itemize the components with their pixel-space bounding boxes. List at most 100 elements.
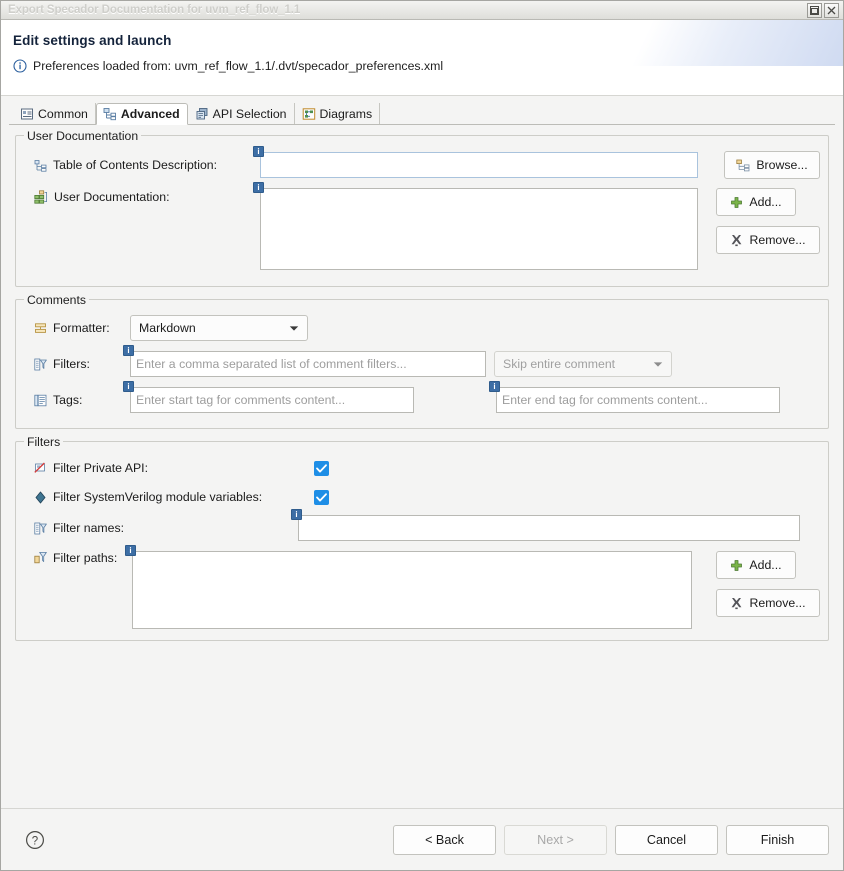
next-button: Next > [504, 824, 607, 855]
dialog-body: Common Advanced API Selection Diagrams U… [1, 96, 843, 808]
cancel-button-label: Cancel [646, 832, 687, 847]
filter-names-label-text: Filter names: [53, 521, 125, 535]
comment-filters-field-wrap: i [123, 345, 486, 377]
tab-common-label: Common [38, 106, 88, 121]
remove-x-icon [732, 234, 742, 246]
filter-paths-field-wrap: i [125, 545, 692, 629]
window-title: Export Specador Documentation for uvm_re… [8, 4, 301, 16]
info-icon [13, 59, 27, 73]
tags-start-input[interactable] [130, 387, 414, 413]
chevron-down-icon [289, 325, 299, 331]
filter-paths-info-badge[interactable]: i [125, 545, 136, 556]
browse-button[interactable]: Browse... [724, 151, 820, 179]
tags-start-info-badge[interactable]: i [123, 381, 134, 392]
finish-button[interactable]: Finish [726, 824, 829, 855]
filter-private-api-checkbox[interactable] [314, 460, 329, 476]
plus-icon [731, 559, 743, 571]
tags-start-field-wrap: i [123, 381, 414, 413]
user-documentation-group-title: User Documentation [24, 129, 142, 143]
userdoc-buttons: Add... Remove... [716, 188, 820, 254]
dialog-footer: ? < Back Next > Cancel Finish [1, 808, 843, 870]
userdoc-icon [34, 190, 47, 204]
restore-button[interactable] [807, 2, 822, 18]
chevron-down-icon [653, 361, 663, 367]
comment-filters-label-text: Filters: [53, 357, 90, 371]
filters-icon [34, 358, 47, 370]
advanced-tab-icon [103, 108, 116, 121]
userdoc-add-label: Add... [749, 195, 782, 209]
userdoc-remove-label: Remove... [749, 233, 806, 247]
toc-icon [34, 159, 47, 172]
browse-icon [736, 159, 750, 171]
toc-label-text: Table of Contents Description: [53, 158, 218, 172]
toc-field-wrap: i [253, 146, 698, 178]
api-selection-tab-icon [196, 107, 208, 119]
toc-input[interactable] [260, 152, 698, 178]
systemverilog-icon [35, 491, 46, 503]
tags-icon [34, 394, 47, 406]
next-button-label: Next > [537, 832, 574, 847]
userdoc-info-badge[interactable]: i [253, 182, 264, 193]
comments-group: Comments Formatter: Markdown Filters: i … [15, 293, 829, 429]
cancel-button[interactable]: Cancel [615, 824, 718, 855]
comment-filters-row: Filters: i Skip entire comment [24, 345, 820, 379]
help-button[interactable]: ? [25, 830, 45, 850]
filter-sv-module-vars-checkbox[interactable] [314, 489, 329, 505]
userdoc-label-text: User Documentation: [54, 190, 170, 204]
filter-paths-list[interactable] [132, 551, 692, 629]
formatter-label-text: Formatter: [53, 321, 110, 335]
tab-diagrams[interactable]: Diagrams [295, 103, 381, 124]
browse-button-label: Browse... [756, 158, 808, 172]
filter-names-icon [34, 522, 47, 534]
userdoc-add-button[interactable]: Add... [716, 188, 796, 216]
plus-icon [731, 196, 743, 208]
comment-filters-mode-combo[interactable]: Skip entire comment [494, 351, 672, 377]
tags-end-input[interactable] [496, 387, 780, 413]
preferences-message-text: Preferences loaded from: uvm_ref_flow_1.… [33, 59, 444, 73]
formatter-combo[interactable]: Markdown [130, 315, 308, 341]
comment-filters-input[interactable] [130, 351, 486, 377]
userdoc-label: User Documentation: [24, 188, 260, 204]
tags-label-text: Tags: [53, 393, 83, 407]
comment-filters-info-badge[interactable]: i [123, 345, 134, 356]
export-specador-dialog: Export Specador Documentation for uvm_re… [0, 0, 844, 871]
tab-common[interactable]: Common [13, 103, 96, 124]
check-icon [316, 492, 327, 501]
filters-group: Filters Filter Private API: Filter Syste… [15, 435, 829, 641]
private-api-icon [34, 462, 45, 473]
filter-names-field-wrap: i [291, 509, 800, 541]
toc-label: Table of Contents Description: [24, 158, 260, 172]
close-icon [827, 6, 836, 14]
filter-sv-module-vars-row: Filter SystemVerilog module variables: [24, 484, 820, 510]
tab-api-selection[interactable]: API Selection [188, 103, 295, 124]
svg-text:?: ? [32, 835, 38, 847]
filter-names-input[interactable] [298, 515, 800, 541]
back-button[interactable]: < Back [393, 824, 496, 855]
tab-api-selection-label: API Selection [212, 106, 287, 121]
filter-paths-buttons: Add... Remove... [716, 551, 820, 617]
userdoc-list[interactable] [260, 188, 698, 270]
diagrams-tab-icon [302, 107, 315, 120]
filter-paths-remove-button[interactable]: Remove... [716, 589, 820, 617]
tags-end-info-badge[interactable]: i [489, 381, 500, 392]
formatter-label: Formatter: [24, 321, 130, 335]
filter-paths-add-button[interactable]: Add... [716, 551, 796, 579]
userdoc-remove-button[interactable]: Remove... [716, 226, 820, 254]
remove-x-icon [732, 597, 742, 609]
restore-icon [810, 5, 819, 15]
close-button[interactable] [824, 2, 839, 18]
formatter-row: Formatter: Markdown [24, 313, 820, 343]
filter-names-info-badge[interactable]: i [291, 509, 302, 520]
help-icon: ? [26, 830, 44, 849]
toc-info-badge[interactable]: i [253, 146, 264, 157]
toc-row: Table of Contents Description: i Browse.… [24, 146, 820, 180]
userdoc-row: User Documentation: i Add... Remove... [24, 182, 820, 270]
tab-advanced[interactable]: Advanced [95, 103, 188, 125]
filter-paths-icon [34, 552, 47, 564]
filter-names-label: Filter names: [24, 521, 298, 535]
filter-paths-label: Filter paths: [24, 551, 124, 565]
tags-end-field-wrap: i [489, 381, 780, 413]
filter-paths-label-text: Filter paths: [53, 551, 118, 565]
check-icon [316, 463, 327, 472]
tags-row: Tags: i i [24, 381, 820, 415]
